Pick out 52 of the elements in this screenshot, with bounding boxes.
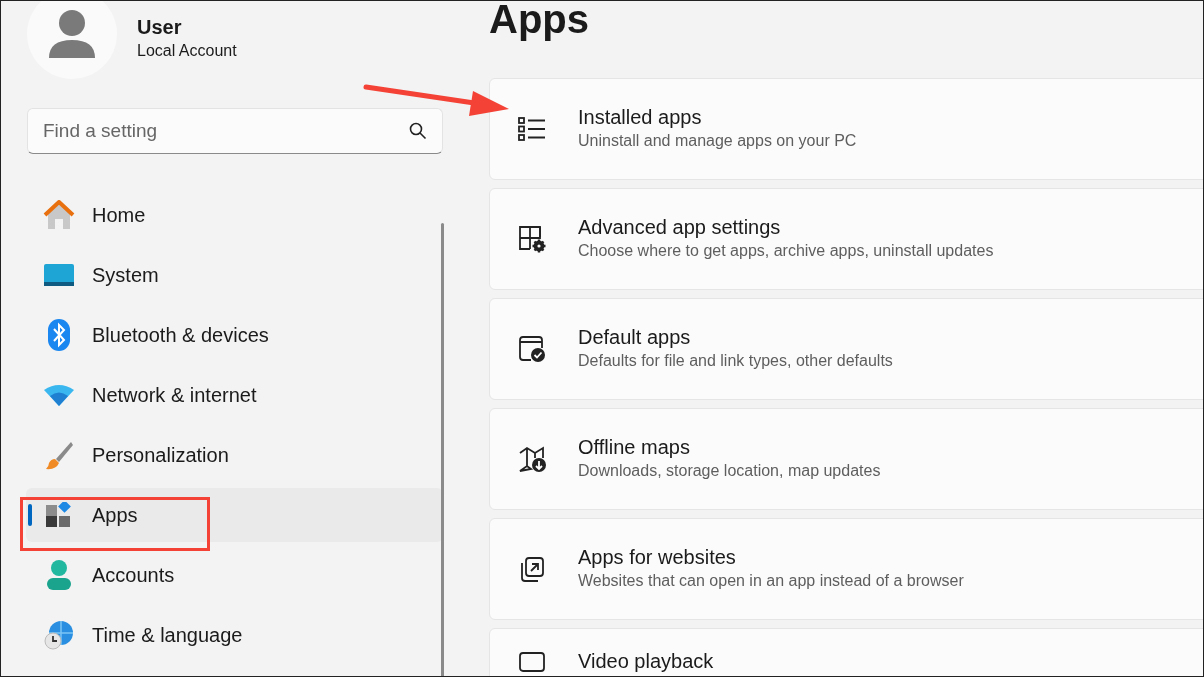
apps-grid-icon (46, 502, 72, 528)
nav-label: System (92, 263, 159, 288)
settings-card[interactable]: Video playback (489, 628, 1203, 676)
search-icon (409, 122, 427, 140)
nav-item[interactable]: System (26, 248, 443, 302)
nav-label: Personalization (92, 443, 229, 468)
nav-item[interactable]: Network & internet (26, 368, 443, 422)
nav-label: Apps (92, 503, 138, 528)
card-description: Defaults for file and link types, other defaults (578, 351, 893, 371)
settings-card[interactable]: Apps for websites Websites that can open in an app instead of a browser (489, 518, 1203, 620)
nav-item[interactable]: Personalization (26, 428, 443, 482)
card-description: Downloads, storage location, map updates (578, 461, 881, 481)
person-icon (46, 560, 72, 590)
window-gear-icon (518, 225, 546, 253)
nav-item[interactable]: Time & language (26, 608, 443, 662)
card-title: Apps for websites (578, 545, 737, 569)
person-silhouette-icon (49, 10, 95, 58)
list-icon (518, 116, 546, 142)
nav-label: Network & internet (92, 383, 257, 408)
account-type: Local Account (137, 41, 237, 61)
user-name: User (137, 15, 183, 39)
card-description: Uninstall and manage apps on your PC (578, 131, 857, 151)
card-title: Offline maps (578, 435, 691, 459)
card-title: Installed apps (578, 105, 703, 129)
nav-item[interactable]: Home (26, 188, 443, 242)
nav-item[interactable]: Bluetooth & devices (26, 308, 443, 362)
bluetooth-icon (47, 319, 71, 351)
card-title: Video playback (578, 649, 714, 673)
nav-item[interactable]: Accounts (26, 548, 443, 602)
selection-indicator (28, 504, 32, 526)
settings-card[interactable]: Advanced app settings Choose where to get apps, archive apps, uninstall updates (489, 188, 1203, 290)
card-title: Advanced app settings (578, 215, 782, 239)
globe-clock-icon (44, 620, 74, 650)
nav-label: Accounts (92, 563, 175, 588)
nav-label: Home (92, 203, 146, 228)
card-title: Default apps (578, 325, 692, 349)
settings-card[interactable]: Installed apps Uninstall and manage apps on your PC (489, 78, 1203, 180)
settings-card[interactable]: Default apps Defaults for file and link types, other defaults (489, 298, 1203, 400)
search-field[interactable]: Find a setting (27, 108, 443, 154)
nav-label: Time & language (92, 623, 243, 648)
window-check-icon (518, 335, 546, 363)
open-window-icon (518, 555, 546, 583)
wifi-icon (44, 384, 74, 406)
house-icon (43, 200, 75, 230)
settings-card[interactable]: Offline maps Downloads, storage location, map updates (489, 408, 1203, 510)
paintbrush-icon (44, 440, 74, 470)
nav-item[interactable]: Apps (26, 488, 443, 542)
card-description: Choose where to get apps, archive apps, uninstall updates (578, 241, 994, 261)
nav-label: Bluetooth & devices (92, 323, 269, 348)
monitor-icon (44, 264, 74, 286)
card-description: Websites that can open in an app instead of a browser (578, 571, 964, 591)
map-download-icon (518, 445, 548, 473)
